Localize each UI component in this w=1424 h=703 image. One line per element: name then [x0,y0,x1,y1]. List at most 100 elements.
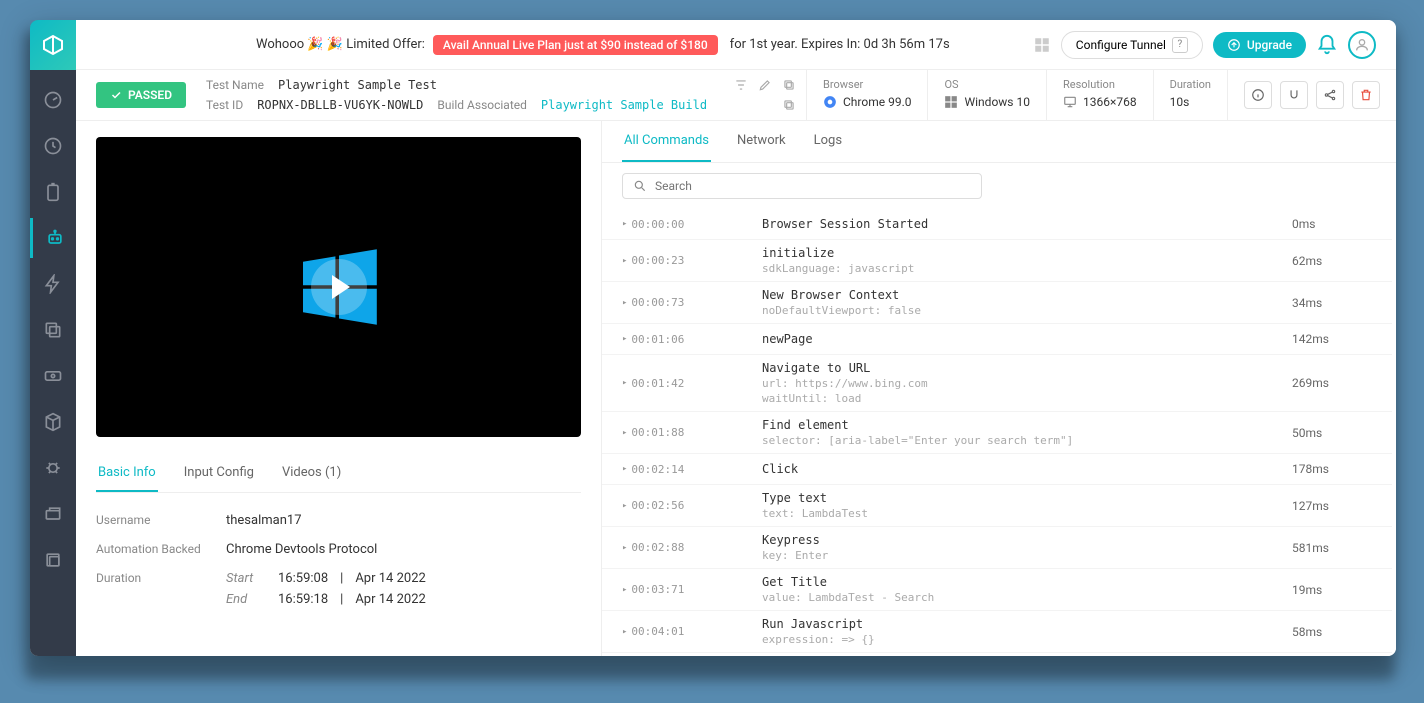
sidebar-eye[interactable] [30,356,76,396]
left-pane: Basic Info Input Config Videos (1) Usern… [76,121,602,656]
avatar[interactable] [1348,31,1376,59]
command-row[interactable]: 00:02:56 Type texttext: LambdaTest 127ms [602,485,1392,527]
command-time: 00:02:56 [622,499,722,512]
command-row[interactable]: 00:01:42 Navigate to URLurl: https://www… [602,355,1392,412]
tab-logs[interactable]: Logs [812,121,844,162]
os-label: OS [944,78,1029,91]
command-row[interactable]: 00:01:06 newPage 142ms [602,324,1392,355]
upgrade-button[interactable]: Upgrade [1213,32,1306,58]
env-columns: Browser Chrome 99.0 OS Windows 10 Resolu… [806,70,1396,120]
sidebar-dashboard[interactable] [30,80,76,120]
sidebar-copy[interactable] [30,310,76,350]
video-player[interactable] [96,137,581,437]
sidebar-realtime[interactable] [30,126,76,166]
info-button[interactable] [1244,81,1272,109]
search-input[interactable] [655,179,971,193]
command-duration: 127ms [1292,499,1372,513]
topbar: Wohooo 🎉 🎉 Limited Offer: Avail Annual L… [76,20,1396,70]
cube-icon [43,412,63,432]
command-time: 00:00:73 [622,296,722,309]
tab-input-config[interactable]: Input Config [182,455,256,492]
upgrade-label: Upgrade [1247,38,1292,52]
eye-icon [43,366,63,386]
bell-icon[interactable] [1316,34,1338,56]
tab-network[interactable]: Network [735,121,788,162]
offer-tail: for 1st year. Expires In: 0d 3h 56m 17s [730,37,950,52]
command-duration: 62ms [1292,254,1372,268]
windows-icon [944,95,958,109]
command-row[interactable]: 00:00:00 Browser Session Started 0ms [602,209,1392,240]
layers-icon [43,504,63,524]
sidebar [30,20,76,656]
magnet-button[interactable] [1280,81,1308,109]
command-duration: 58ms [1292,625,1372,639]
duration-label: Duration [1170,78,1211,91]
science-duration-value: 10s [1170,95,1211,109]
bug-icon [43,458,63,478]
sidebar-folder[interactable] [30,540,76,580]
command-time: 00:04:01 [622,625,722,638]
command-row[interactable]: 00:01:88 Find elementselector: [aria-lab… [602,412,1392,454]
sidebar-bolt[interactable] [30,264,76,304]
sidebar-battery[interactable] [30,172,76,212]
command-title: Find element [762,418,1292,432]
start-date: Apr 14 2022 [355,571,425,586]
command-row[interactable]: 00:03:71 Get Titlevalue: LambdaTest - Se… [602,569,1392,611]
testname-value: Playwright Sample Test [278,78,437,92]
command-tabs: All Commands Network Logs [602,121,1396,163]
command-time: 00:01:42 [622,377,722,390]
search-icon [633,179,647,193]
command-row[interactable]: 00:02:14 Click 178ms [602,454,1392,485]
edit-icon[interactable] [758,78,772,92]
logo-block[interactable] [30,20,76,70]
command-row[interactable]: 00:02:88 Keypresskey: Enter 581ms [602,527,1392,569]
command-row[interactable]: 00:04:01 Run Javascriptexpression: => {}… [602,611,1392,653]
share-icon [1323,88,1337,102]
tab-all-commands[interactable]: All Commands [622,121,711,162]
command-time: 00:01:06 [622,333,722,346]
sidebar-integration[interactable] [30,494,76,534]
tab-videos[interactable]: Videos (1) [280,455,343,492]
sidebar-bug[interactable] [30,448,76,488]
folder-icon [43,550,63,570]
end-label: End [226,592,266,607]
sidebar-automation[interactable] [30,218,76,258]
command-time: 00:00:23 [622,254,722,267]
command-row[interactable]: 00:00:73 New Browser ContextnoDefaultVie… [602,282,1392,324]
gauge-icon [43,90,63,110]
command-duration: 34ms [1292,296,1372,310]
filter-icon[interactable] [734,78,748,92]
share-button[interactable] [1316,81,1344,109]
tab-basic-info[interactable]: Basic Info [96,455,158,492]
offer-badge[interactable]: Avail Annual Live Plan just at $90 inste… [433,35,718,55]
username-label: Username [96,513,226,528]
build-link[interactable]: Playwright Sample Build [541,98,707,112]
command-title: Navigate to URL [762,361,1292,375]
command-title: initialize [762,246,1292,260]
command-title: Browser Session Started [762,217,1292,231]
search-box[interactable] [622,173,982,199]
offer-prefix: Wohooo 🎉 🎉 Limited Offer: [256,37,425,52]
info-grid: Username thesalman17 Automation Backed C… [96,513,581,607]
testid-value: ROPNX-DBLLB-VU6YK-NOWLD [257,98,423,112]
start-label: Start [226,571,266,586]
apps-grid-icon[interactable] [1033,36,1051,54]
build-label: Build Associated [437,98,527,112]
app-window: Wohooo 🎉 🎉 Limited Offer: Avail Annual L… [30,20,1396,656]
username-value: thesalman17 [226,513,302,528]
command-title: New Browser Context [762,288,1292,302]
play-icon [311,259,367,315]
copy-icon[interactable] [782,78,796,92]
command-duration: 178ms [1292,462,1372,476]
command-row[interactable]: 00:00:23 initializesdkLanguage: javascri… [602,240,1392,282]
configure-tunnel-button[interactable]: Configure Tunnel? [1061,31,1203,59]
copy-icon[interactable] [782,98,796,112]
bolt-icon [43,274,63,294]
resolution-value: 1366×768 [1063,95,1137,109]
sidebar-cube[interactable] [30,402,76,442]
command-list[interactable]: 00:00:00 Browser Session Started 0ms00:0… [602,209,1396,656]
trash-icon [1359,88,1373,102]
command-time: 00:03:71 [622,583,722,596]
delete-button[interactable] [1352,81,1380,109]
testid-label: Test ID [206,98,243,112]
